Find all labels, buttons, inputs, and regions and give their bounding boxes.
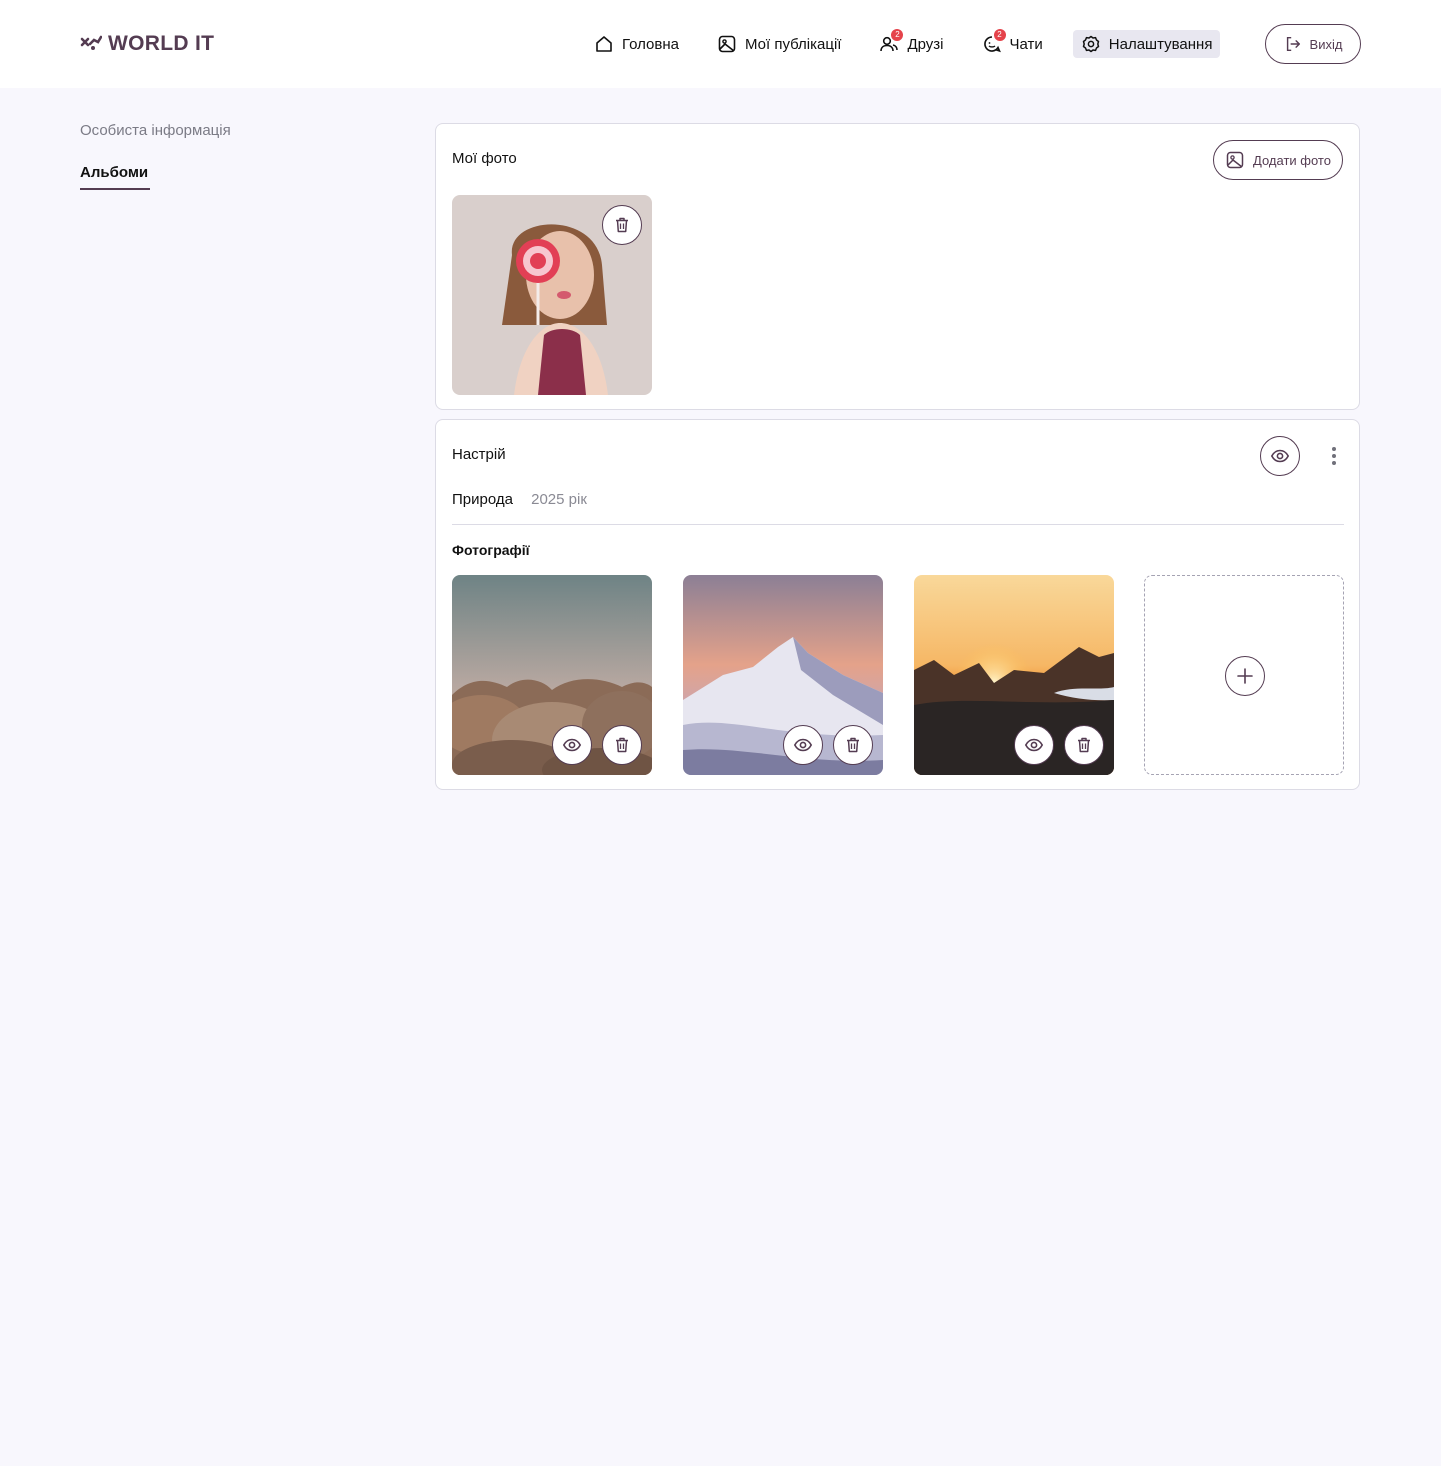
album-more-menu-button[interactable]: [1324, 444, 1344, 468]
eye-icon: [562, 738, 582, 752]
album-meta: Природа 2025 рік: [452, 491, 587, 508]
album-card: Настрій Природа 2025 рік Фотографії: [435, 419, 1360, 790]
nav-label-friends: Друзі: [907, 35, 944, 53]
add-album-photo-tile[interactable]: [1144, 575, 1344, 775]
album-title: Настрій: [452, 446, 506, 463]
delete-photo-button[interactable]: [602, 205, 642, 245]
nav-item-home[interactable]: Головна: [586, 30, 687, 58]
home-icon: [594, 34, 614, 54]
delete-photo-button[interactable]: [1064, 725, 1104, 765]
nav-item-publications[interactable]: Мої публікації: [709, 30, 849, 58]
gear-icon: [1081, 34, 1101, 54]
eye-icon: [793, 738, 813, 752]
my-photos-title: Мої фото: [452, 150, 517, 167]
image-add-icon: [1226, 151, 1244, 169]
view-photo-button[interactable]: [1014, 725, 1054, 765]
add-photo-button[interactable]: Додати фото: [1213, 140, 1343, 180]
view-photo-button[interactable]: [552, 725, 592, 765]
friends-badge: 2: [891, 29, 904, 41]
sidebar-item-personal-info[interactable]: Особиста інформація: [80, 122, 231, 139]
divider: [452, 524, 1344, 525]
album-tag: Природа: [452, 491, 513, 508]
add-photo-label: Додати фото: [1253, 152, 1331, 168]
nav-label-settings: Налаштування: [1108, 35, 1213, 53]
logout-label: Вихід: [1309, 36, 1343, 52]
profile-photo[interactable]: [452, 195, 652, 395]
my-photos-card: Мої фото Додати фото: [435, 123, 1360, 410]
users-icon: 2: [879, 29, 904, 54]
trash-icon: [616, 217, 628, 233]
nav-item-settings[interactable]: Налаштування: [1072, 30, 1221, 58]
album-photo-rocks[interactable]: [452, 575, 652, 775]
chats-badge: 2: [993, 29, 1006, 41]
nav-label-publications: Мої публікації: [745, 35, 842, 53]
nav-label-chats: Чати: [1009, 35, 1043, 53]
nav-item-friends[interactable]: 2 Друзі: [871, 29, 951, 58]
eye-icon: [1024, 738, 1044, 752]
add-album-photo-button[interactable]: [1225, 656, 1265, 696]
sidebar-item-albums[interactable]: Альбоми: [80, 164, 148, 181]
delete-photo-button[interactable]: [833, 725, 873, 765]
more-dot-icon: [1332, 454, 1336, 458]
eye-icon: [1270, 449, 1290, 463]
logo[interactable]: WORLD IT: [80, 32, 214, 56]
nav-label-home: Головна: [622, 35, 679, 53]
chat-icon: 2: [982, 29, 1006, 54]
plus-icon: [1237, 668, 1253, 684]
active-tab-underline: [80, 188, 150, 190]
album-visibility-button[interactable]: [1260, 436, 1300, 476]
trash-icon: [847, 737, 859, 753]
delete-photo-button[interactable]: [602, 725, 642, 765]
album-photo-mountain[interactable]: [683, 575, 883, 775]
trash-icon: [616, 737, 628, 753]
more-dot-icon: [1332, 447, 1336, 451]
top-header: WORLD IT Головна Мої публікації 2 Друзі: [0, 0, 1441, 88]
trash-icon: [1078, 737, 1090, 753]
main-nav: Головна Мої публікації 2 Друзі 2 Чати На…: [586, 28, 1242, 60]
image-icon: [717, 34, 737, 54]
photos-section-label: Фотографії: [452, 542, 530, 558]
album-photo-sunset[interactable]: [914, 575, 1114, 775]
logout-button[interactable]: Вихід: [1265, 24, 1361, 64]
view-photo-button[interactable]: [783, 725, 823, 765]
album-year: 2025 рік: [531, 491, 587, 508]
logo-text: WORLD IT: [108, 32, 215, 55]
more-dot-icon: [1332, 461, 1336, 465]
logo-icon: [80, 35, 102, 50]
nav-item-chats[interactable]: 2 Чати: [974, 29, 1051, 58]
logout-icon: [1286, 36, 1300, 52]
